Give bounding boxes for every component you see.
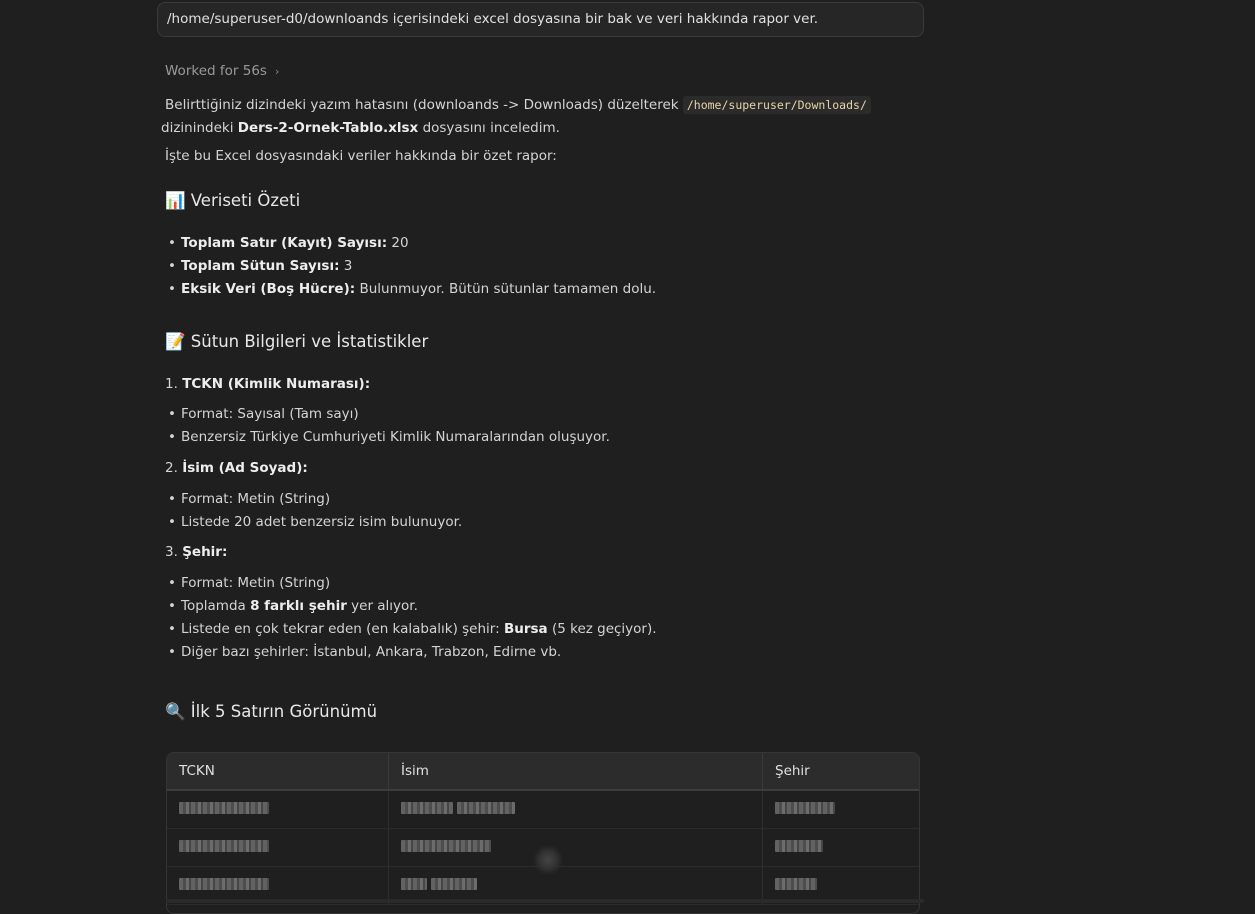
preview-table: TCKN İsim Şehir (166, 752, 920, 914)
redacted-cell (762, 828, 919, 867)
text: (5 kez geçiyor). (547, 621, 657, 637)
overview-list: Toplam Satır (Kayıt) Sayısı: 20 Toplam S… (165, 232, 656, 301)
column-details-tckn: Format: Sayısal (Tam sayı) Benzersiz Tür… (165, 403, 610, 449)
intro-text-1: Belirttiğiniz dizindeki yazım hatasını (… (165, 97, 683, 113)
composer-edge (166, 899, 924, 903)
table-header-row: TCKN İsim Şehir (167, 753, 919, 791)
list-item: Eksik Veri (Boş Hücre): Bulunmuyor. Bütü… (165, 278, 656, 301)
overview-label: Eksik Veri (Boş Hücre): (181, 281, 356, 297)
overview-value: 20 (387, 235, 409, 251)
intro-text-2: dizinindeki (161, 120, 238, 136)
bar-chart-icon: 📊 (165, 191, 186, 210)
user-prompt-message: /home/superuser-d0/downloands içerisinde… (157, 2, 924, 37)
section-columns-title: Sütun Bilgileri ve İstatistikler (190, 332, 429, 351)
summary-intro: İşte bu Excel dosyasındaki veriler hakkı… (165, 148, 557, 164)
filename: Ders-2-Ornek-Tablo.xlsx (237, 120, 419, 136)
column-item-tckn: 1. TCKN (Kimlik Numarası): (165, 373, 370, 396)
column-title: İsim (Ad Soyad): (182, 460, 308, 476)
text: Toplamda (181, 598, 251, 614)
redacted-cell (167, 790, 389, 829)
table-row (167, 790, 919, 829)
column-details-isim: Format: Metin (String) Listede 20 adet b… (165, 488, 462, 534)
worked-label: Worked for 56s (165, 63, 267, 79)
section-columns-heading: 📝 Sütun Bilgileri ve İstatistikler (165, 332, 428, 352)
list-item: Format: Metin (String) (165, 572, 657, 595)
item-number: 2. (165, 460, 178, 476)
intro-text-3: dosyasını inceledim. (418, 120, 560, 136)
list-item: Diğer bazı şehirler: İstanbul, Ankara, T… (165, 641, 657, 664)
intro-paragraph: Belirttiğiniz dizindeki yazım hatasını (… (161, 94, 905, 140)
list-item: Format: Metin (String) (165, 488, 462, 511)
column-title: Şehir: (182, 544, 228, 560)
overview-value: 3 (339, 258, 353, 274)
column-header-isim[interactable]: İsim (388, 753, 763, 791)
column-title: TCKN (Kimlik Numarası): (182, 376, 371, 392)
column-item-isim: 2. İsim (Ad Soyad): (165, 457, 308, 480)
list-item: Listede en çok tekrar eden (en kalabalık… (165, 618, 657, 641)
overview-value: Bulunmuyor. Bütün sütunlar tamamen dolu. (355, 281, 657, 297)
list-item: Listede 20 adet benzersiz isim bulunuyor… (165, 511, 462, 534)
bold-text: 8 farklı şehir (250, 598, 347, 614)
redacted-cell (167, 828, 389, 867)
overview-label: Toplam Sütun Sayısı: (181, 258, 340, 274)
path-code: /home/superuser/Downloads/ (682, 96, 871, 114)
magnifier-icon: 🔍 (165, 702, 186, 721)
redacted-cell (762, 790, 919, 829)
overview-label: Toplam Satır (Kayıt) Sayısı: (181, 235, 388, 251)
item-number: 3. (165, 544, 178, 560)
redacted-cell (388, 790, 763, 829)
list-item: Toplam Sütun Sayısı: 3 (165, 255, 656, 278)
text: Listede en çok tekrar eden (en kalabalık… (181, 621, 504, 637)
list-item: Benzersiz Türkiye Cumhuriyeti Kimlik Num… (165, 426, 610, 449)
section-preview-heading: 🔍 İlk 5 Satırın Görünümü (165, 702, 377, 722)
section-preview-title: İlk 5 Satırın Görünümü (190, 702, 378, 721)
column-header-tckn[interactable]: TCKN (167, 753, 389, 791)
item-number: 1. (165, 376, 178, 392)
redacted-cell (388, 828, 763, 867)
column-header-sehir[interactable]: Şehir (762, 753, 919, 791)
column-details-sehir: Format: Metin (String) Toplamda 8 farklı… (165, 572, 657, 664)
worked-duration-toggle[interactable]: Worked for 56s › (165, 63, 279, 79)
section-overview-title: Veriseti Özeti (190, 191, 301, 210)
bold-text: Bursa (503, 621, 548, 637)
section-overview-heading: 📊 Veriseti Özeti (165, 191, 300, 211)
list-item: Toplamda 8 farklı şehir yer alıyor. (165, 595, 657, 618)
list-item: Toplam Satır (Kayıt) Sayısı: 20 (165, 232, 656, 255)
column-item-sehir: 3. Şehir: (165, 541, 227, 564)
memo-icon: 📝 (165, 332, 186, 351)
scroll-indicator[interactable] (533, 845, 563, 875)
text: yer alıyor. (346, 598, 418, 614)
list-item: Format: Sayısal (Tam sayı) (165, 403, 610, 426)
chevron-right-icon: › (274, 65, 280, 78)
